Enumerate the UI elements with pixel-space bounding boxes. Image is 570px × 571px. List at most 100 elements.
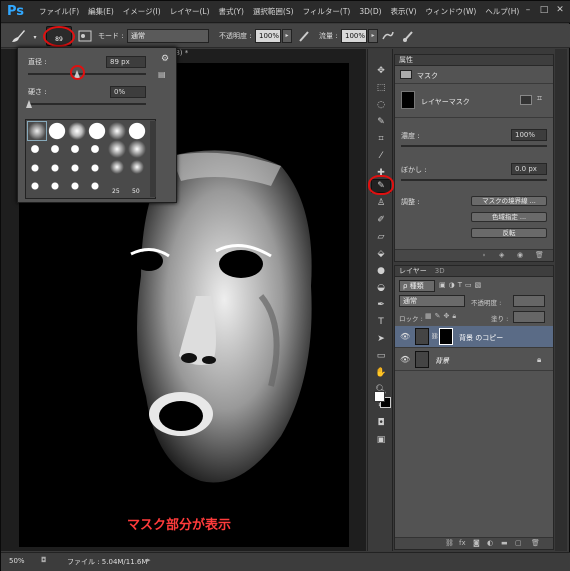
brush-tip-soft[interactable]	[108, 122, 126, 140]
brush-tip-hard[interactable]	[128, 122, 146, 140]
pen-tool-icon[interactable]: ✒	[373, 299, 389, 311]
menu-help[interactable]: ヘルプ(H)	[485, 6, 519, 17]
brush-tool-icon[interactable]	[9, 28, 27, 44]
layer-filter-icons[interactable]: ▣◑T▭▧	[439, 281, 484, 289]
load-selection-icon[interactable]: ⬫	[483, 251, 485, 260]
foreground-color-swatch[interactable]	[374, 391, 385, 402]
new-group-icon[interactable]: ▬	[501, 539, 508, 547]
lock-icons[interactable]: ▦✎✥🔒︎	[425, 312, 459, 321]
path-select-tool-icon[interactable]: ➤	[373, 333, 389, 345]
brush-tip-small[interactable]	[30, 182, 40, 190]
crop-tool-icon[interactable]: ⌗	[373, 133, 389, 145]
quick-mask-icon[interactable]: ◘	[373, 417, 389, 429]
invert-button[interactable]: 反転	[471, 228, 547, 238]
menu-3d[interactable]: 3D(D)	[359, 7, 381, 16]
popup-gear-icon[interactable]: ⚙	[161, 54, 169, 64]
menu-file[interactable]: ファイル(F)	[39, 6, 79, 17]
link-layers-icon[interactable]: ⛓︎	[445, 539, 454, 547]
clone-stamp-tool-icon[interactable]: ♙	[373, 197, 389, 209]
pressure-size-icon[interactable]	[401, 29, 415, 43]
brush-tip-soft[interactable]	[108, 140, 126, 158]
quick-select-tool-icon[interactable]: ✎	[373, 116, 389, 128]
pressure-opacity-icon[interactable]	[297, 29, 311, 43]
mask-edge-button[interactable]: マスクの境界線 ...	[471, 196, 547, 206]
feather-input[interactable]: 0.0 px	[511, 163, 547, 175]
opacity-input[interactable]: 100%	[255, 29, 281, 43]
density-slider[interactable]	[401, 145, 547, 147]
hardness-input[interactable]: 0%	[110, 86, 146, 98]
brush-panel-toggle-icon[interactable]	[78, 29, 92, 43]
history-brush-tool-icon[interactable]: ✐	[373, 214, 389, 226]
link-icon[interactable]: ⛓︎	[431, 333, 439, 340]
diameter-input[interactable]: 89 px	[106, 56, 146, 68]
layer-opacity-input[interactable]	[513, 295, 545, 307]
brush-tip-small[interactable]	[50, 182, 60, 190]
brush-tip-soft[interactable]	[27, 121, 47, 141]
menu-window[interactable]: ウィンドウ(W)	[426, 6, 477, 17]
menu-type[interactable]: 書式(Y)	[219, 6, 244, 17]
brush-tip-small[interactable]	[50, 164, 60, 172]
pixel-mask-icon[interactable]	[520, 95, 532, 105]
layer-row-copy[interactable]: 👁︎ ⛓︎ 背景 のコピー	[395, 326, 553, 348]
flow-dropdown-icon[interactable]: ▸	[368, 29, 378, 43]
minimize-icon[interactable]: –	[521, 4, 535, 16]
feather-slider[interactable]	[401, 179, 547, 181]
document-tab[interactable]: /8) *	[173, 49, 223, 61]
menu-filter[interactable]: フィルター(T)	[303, 6, 351, 17]
marquee-tool-icon[interactable]: ⬚	[373, 82, 389, 94]
menu-edit[interactable]: 編集(E)	[88, 6, 114, 17]
fill-input[interactable]	[513, 311, 545, 323]
eyedropper-tool-icon[interactable]: ⁄	[373, 150, 389, 162]
zoom-level[interactable]: 50%	[9, 557, 25, 565]
flow-input[interactable]: 100%	[341, 29, 367, 43]
brush-tip-soft[interactable]	[68, 122, 86, 140]
screen-mode-icon[interactable]: ▣	[373, 434, 389, 446]
new-layer-icon[interactable]: ▢	[515, 539, 522, 547]
blend-mode-select[interactable]: 通常	[399, 295, 465, 307]
tab-3d[interactable]: 3D	[435, 266, 445, 276]
blur-tool-icon[interactable]: ●	[373, 265, 389, 277]
brush-tip-small[interactable]	[90, 182, 100, 190]
brush-tip-small[interactable]	[90, 144, 100, 154]
menu-view[interactable]: 表示(V)	[391, 6, 417, 17]
layer-style-icon[interactable]: fx	[459, 539, 466, 547]
brush-tip-scrollbar[interactable]	[150, 121, 156, 197]
layer-filter-kind[interactable]: ρ 種類	[399, 280, 435, 292]
brush-tip-small[interactable]	[50, 144, 60, 154]
shape-tool-icon[interactable]: ▭	[373, 350, 389, 362]
menu-image[interactable]: イメージ(I)	[123, 6, 161, 17]
apply-mask-icon[interactable]: ◈	[499, 251, 504, 259]
menu-select[interactable]: 選択範囲(S)	[253, 6, 294, 17]
type-tool-icon[interactable]: T	[373, 316, 389, 328]
diameter-slider[interactable]	[28, 73, 146, 75]
lasso-tool-icon[interactable]: ◌	[373, 99, 389, 111]
paint-bucket-tool-icon[interactable]: ⬙	[373, 248, 389, 260]
hand-tool-icon[interactable]: ✋	[373, 367, 389, 379]
layer-mask-thumbnail[interactable]	[439, 328, 453, 345]
delete-layer-icon[interactable]: 🗑︎	[531, 539, 540, 547]
close-icon[interactable]: ✕	[553, 4, 567, 16]
eraser-tool-icon[interactable]: ▱	[373, 231, 389, 243]
delete-mask-icon[interactable]: 🗑︎	[535, 251, 544, 259]
visibility-eye-icon[interactable]: 👁︎	[400, 332, 410, 341]
tool-preset-dropdown-icon[interactable]: ▾	[31, 32, 39, 41]
status-menu-icon[interactable]: ▸	[147, 556, 151, 564]
brush-tip-small[interactable]	[70, 182, 80, 190]
brush-tip-small[interactable]	[90, 164, 100, 172]
visibility-eye-icon[interactable]: 👁︎	[400, 355, 410, 364]
color-range-button[interactable]: 色域指定 ...	[471, 212, 547, 222]
adjustment-layer-icon[interactable]: ◐	[487, 539, 493, 547]
add-mask-icon[interactable]: ◙	[473, 539, 480, 547]
brush-tip-soft[interactable]	[110, 160, 124, 174]
airbrush-icon[interactable]	[381, 29, 395, 43]
mode-select[interactable]: 通常	[127, 29, 209, 43]
brush-tip-small[interactable]	[70, 144, 80, 154]
menu-layer[interactable]: レイヤー(L)	[170, 6, 210, 17]
toggle-mask-icon[interactable]: ◉	[517, 251, 523, 259]
tab-layers[interactable]: レイヤー	[399, 266, 427, 276]
brush-tip-small[interactable]	[30, 144, 40, 154]
brush-tip-small[interactable]	[30, 164, 40, 172]
dodge-tool-icon[interactable]: ◒	[373, 282, 389, 294]
layer-row-background[interactable]: 👁︎ 背景 🔒︎	[395, 349, 553, 371]
brush-tip-hard[interactable]	[88, 122, 106, 140]
